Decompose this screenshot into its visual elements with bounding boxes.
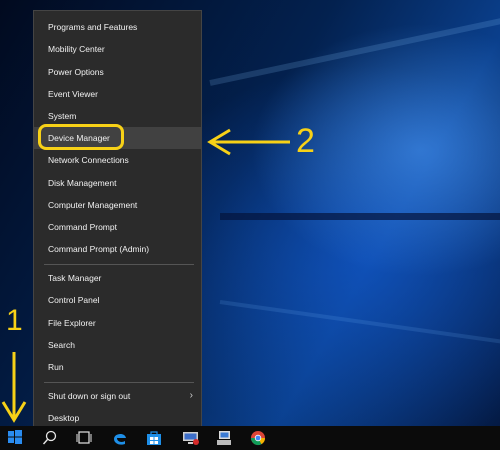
device-manager-highlight-outline bbox=[38, 124, 124, 150]
taskbar-edge-button[interactable] bbox=[104, 426, 136, 450]
menu-item-computer-management[interactable]: Computer Management bbox=[34, 194, 201, 216]
menu-item-event-viewer[interactable]: Event Viewer bbox=[34, 83, 201, 105]
store-icon bbox=[147, 431, 161, 445]
remote-desktop-icon bbox=[183, 432, 199, 445]
winx-context-menu: Programs and Features Mobility Center Po… bbox=[33, 10, 202, 429]
taskbar-remote-desktop-button[interactable] bbox=[174, 426, 206, 450]
wallpaper-light-beam bbox=[209, 17, 500, 86]
menu-item-power-options[interactable]: Power Options bbox=[34, 61, 201, 83]
menu-separator bbox=[44, 264, 194, 265]
menu-item-control-panel[interactable]: Control Panel bbox=[34, 289, 201, 311]
menu-item-file-explorer[interactable]: File Explorer bbox=[34, 312, 201, 334]
chevron-right-icon: › bbox=[189, 390, 193, 401]
menu-item-task-manager[interactable]: Task Manager bbox=[34, 267, 201, 289]
step-1-label: 1 bbox=[6, 304, 23, 337]
wallpaper-light-beam bbox=[219, 300, 500, 345]
taskbar-chrome-button[interactable] bbox=[242, 426, 274, 450]
menu-item-run[interactable]: Run bbox=[34, 356, 201, 378]
taskbar-task-view-button[interactable] bbox=[68, 426, 100, 450]
menu-item-disk-management[interactable]: Disk Management bbox=[34, 172, 201, 194]
menu-item-shut-down-or-sign-out[interactable]: Shut down or sign out › bbox=[34, 385, 201, 407]
step-2-label: 2 bbox=[296, 122, 315, 160]
edge-icon bbox=[114, 433, 126, 445]
menu-item-mobility-center[interactable]: Mobility Center bbox=[34, 38, 201, 60]
menu-item-network-connections[interactable]: Network Connections bbox=[34, 149, 201, 171]
wallpaper-dark-band bbox=[220, 213, 500, 220]
chrome-icon bbox=[250, 431, 266, 446]
search-icon bbox=[42, 430, 57, 445]
start-button[interactable] bbox=[0, 426, 32, 450]
menu-item-command-prompt-admin[interactable]: Command Prompt (Admin) bbox=[34, 238, 201, 260]
device-manager-icon bbox=[217, 431, 231, 445]
taskbar-search-button[interactable] bbox=[34, 426, 66, 450]
menu-item-search[interactable]: Search bbox=[34, 334, 201, 356]
windows-start-icon bbox=[8, 430, 22, 444]
taskbar-device-manager-button[interactable] bbox=[208, 426, 240, 450]
menu-item-programs-and-features[interactable]: Programs and Features bbox=[34, 16, 201, 38]
taskbar-store-button[interactable] bbox=[138, 426, 170, 450]
taskbar bbox=[0, 426, 500, 450]
menu-item-command-prompt[interactable]: Command Prompt bbox=[34, 216, 201, 238]
menu-separator bbox=[44, 382, 194, 383]
task-view-icon bbox=[76, 431, 92, 444]
